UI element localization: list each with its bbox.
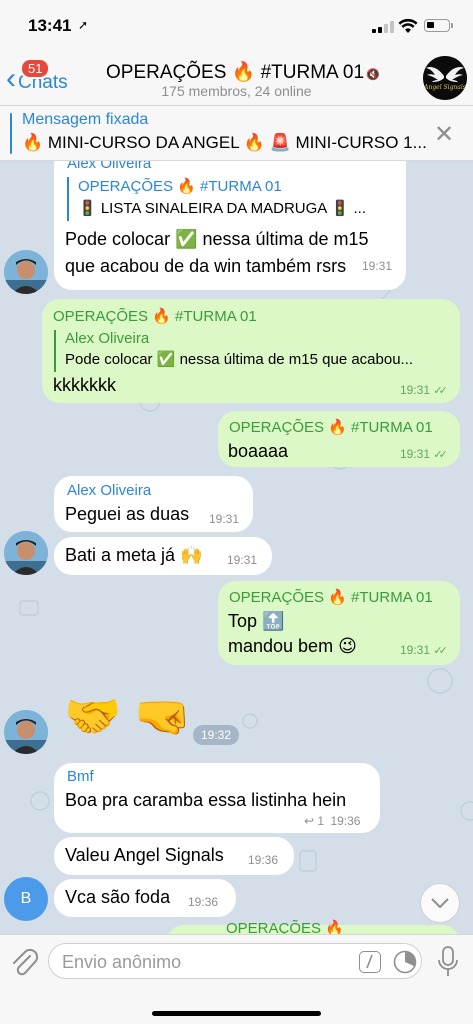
message-text: Pode colocar ✅ nessa última de m15: [65, 229, 369, 249]
svg-text:Angel Signals: Angel Signals: [423, 84, 466, 91]
chat-title-text: OPERAÇÕES 🔥 #TURMA 01: [106, 62, 365, 83]
message-bubble[interactable]: Bmf Boa pra caramba essa listinha hein ↩…: [54, 763, 380, 833]
message-time: 19:31: [227, 553, 258, 567]
message-text: Bati a meta já 🙌: [65, 545, 203, 565]
quote-name: OPERAÇÕES 🔥 #TURMA 01: [78, 178, 282, 195]
sender-name: Alex Oliveira: [67, 482, 152, 499]
message-text: que acabou de da win também rsrs: [65, 256, 347, 276]
reply-quote[interactable]: Alex Oliveira Pode colocar ✅ nessa últim…: [54, 330, 413, 372]
message-time: 19:31 ✓✓: [400, 447, 448, 461]
sender-name: Alex Oliveira: [67, 161, 152, 172]
status-time: 13:41: [28, 16, 72, 35]
chat-subtitle: 175 membros, 24 online: [161, 83, 312, 99]
time-text: 19:31: [400, 447, 431, 461]
scroll-to-bottom-button[interactable]: [420, 883, 460, 923]
message-time: 19:31: [362, 259, 393, 273]
slash-icon: [366, 954, 373, 969]
message-time: 19:31 ✓✓: [400, 383, 448, 397]
message-text: Boa pra caramba essa listinha hein: [65, 790, 347, 810]
pinned-text: 🔥 MINI-CURSO DA ANGEL 🔥 🚨 MINI-CURSO 1..…: [22, 133, 427, 152]
sticker-message[interactable]: 🤝 🤜: [64, 689, 191, 744]
avatar[interactable]: B: [4, 877, 48, 921]
message-time: 19:32: [193, 725, 240, 745]
paperclip-icon[interactable]: [10, 947, 38, 977]
composer: [0, 934, 473, 1024]
message-input-field[interactable]: [48, 943, 422, 979]
double-check-icon: ✓✓: [433, 449, 448, 461]
unread-badge: 51: [20, 58, 51, 79]
message-text: mandou bem 😉: [228, 636, 357, 656]
status-bar: 13:41 ➚: [0, 0, 473, 52]
message-input[interactable]: [62, 949, 352, 975]
message-text: kkkkkkk: [53, 375, 116, 395]
pinned-title: Mensagem fixada: [22, 111, 149, 128]
message-bubble[interactable]: OPERAÇÕES 🔥 #TURMA 01 Alex Oliveira Pode…: [42, 299, 460, 403]
reply-count: 1: [317, 814, 325, 828]
avatar[interactable]: [4, 531, 48, 575]
pinned-message-bar[interactable]: Mensagem fixada 🔥 MINI-CURSO DA ANGEL 🔥 …: [0, 106, 473, 161]
time-text: 19:31: [400, 383, 431, 397]
message-bubble[interactable]: Valeu Angel Signals 19:36: [54, 837, 294, 875]
cellular-signal-icon: [372, 21, 394, 33]
pinned-accent-bar: [10, 113, 12, 154]
microphone-icon[interactable]: [436, 945, 460, 979]
message-bubble[interactable]: Vca são foda 19:36: [54, 879, 236, 917]
forward-header: OPERAÇÕES 🔥 #TURMA 01: [53, 308, 257, 325]
user-photo-icon: [4, 531, 48, 575]
reply-arrow-icon: ↩: [304, 814, 315, 828]
close-icon[interactable]: ✕: [434, 120, 454, 149]
reply-quote[interactable]: OPERAÇÕES 🔥 #TURMA 01 🚦 LISTA SINALEIRA …: [67, 177, 366, 221]
chat-header: ‹ 51 Chats OPERAÇÕES 🔥 #TURMA 01 🔇 175 me…: [0, 52, 473, 106]
message-text: Peguei as duas: [65, 504, 190, 524]
message-bubble[interactable]: Alex Oliveira Peguei as duas 19:31: [54, 476, 253, 532]
message-time: 19:31 ✓✓: [400, 643, 448, 657]
message-bubble[interactable]: OPERAÇÕES 🔥 #TURMA 01 boaaaa 19:31 ✓✓: [218, 411, 460, 467]
location-arrow-icon: ➚: [78, 18, 89, 32]
quote-name: Alex Oliveira: [65, 330, 150, 347]
message-time: 19:31: [209, 512, 240, 526]
forward-header: OPERAÇÕES 🔥 #TURMA 01: [229, 419, 433, 436]
user-photo-icon: [4, 250, 48, 294]
sender-name: Bmf: [67, 768, 94, 785]
message-text: Top 🔝: [228, 611, 285, 631]
time-text: 19:31: [400, 643, 431, 657]
angel-wings-logo-icon: Angel Signals: [423, 56, 467, 100]
muted-icon: 🔇: [366, 69, 380, 81]
double-check-icon: ✓✓: [433, 645, 448, 657]
slash-command-icon[interactable]: [359, 951, 381, 973]
message-bubble[interactable]: Bati a meta já 🙌 19:31: [54, 537, 272, 575]
message-text: boaaaa: [228, 441, 289, 461]
message-text: Vca são foda: [65, 887, 171, 907]
battery-icon: [424, 19, 453, 32]
double-check-icon: ✓✓: [433, 385, 448, 397]
message-bubble[interactable]: OPERAÇÕES 🔥: [166, 920, 460, 934]
timer-icon[interactable]: [392, 949, 418, 975]
avatar[interactable]: [4, 710, 48, 754]
forward-header: OPERAÇÕES 🔥: [226, 920, 344, 934]
quote-text: Pode colocar ✅ nessa última de m15 que a…: [65, 351, 414, 368]
message-meta: ↩ 1 19:36: [304, 814, 360, 828]
group-avatar[interactable]: Angel Signals: [423, 56, 467, 100]
message-list[interactable]: Alex Oliveira OPERAÇÕES 🔥 #TURMA 01 🚦 LI…: [0, 161, 473, 934]
message-bubble[interactable]: Alex Oliveira OPERAÇÕES 🔥 #TURMA 01 🚦 LI…: [54, 161, 406, 290]
message-bubble[interactable]: OPERAÇÕES 🔥 #TURMA 01 Top 🔝 mandou bem 😉…: [218, 581, 460, 665]
chevron-down-icon: [431, 898, 449, 909]
user-photo-icon: [4, 710, 48, 754]
wifi-icon: [398, 18, 418, 33]
forward-header: OPERAÇÕES 🔥 #TURMA 01: [229, 589, 433, 606]
sticker-emoji: 🤝 🤜: [64, 690, 192, 742]
avatar[interactable]: [4, 250, 48, 294]
message-text: Valeu Angel Signals: [65, 845, 224, 865]
home-indicator: [152, 1011, 321, 1016]
time-text: 19:36: [330, 814, 361, 828]
message-time: 19:36: [188, 895, 219, 909]
message-time: 19:36: [248, 853, 279, 867]
quote-text: 🚦 LISTA SINALEIRA DA MADRUGA 🚦 ...: [78, 200, 366, 217]
chat-title[interactable]: OPERAÇÕES 🔥 #TURMA 01 🔇: [106, 60, 380, 84]
